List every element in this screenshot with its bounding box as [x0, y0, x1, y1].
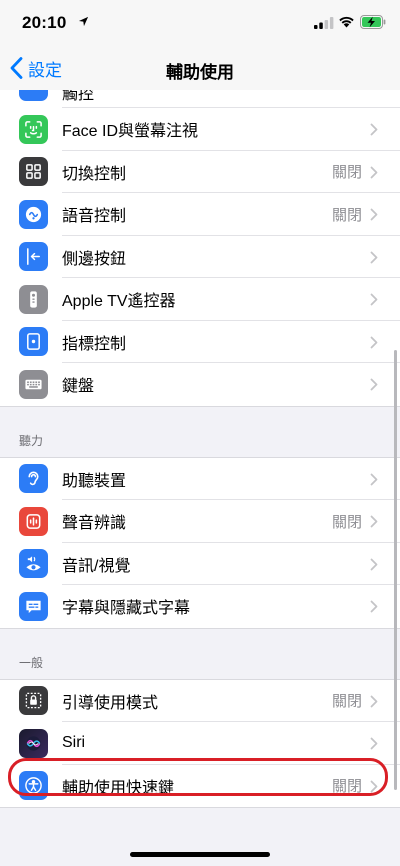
settings-row-accessibility-shortcut[interactable]: 輔助使用快速鍵 關閉	[0, 765, 400, 808]
row-value: 關閉	[331, 164, 362, 182]
hearing-device-icon	[19, 464, 48, 493]
row-label: 觸控	[62, 90, 95, 103]
chevron-right-icon	[370, 780, 378, 792]
row-label: Face ID與螢幕注視	[62, 123, 199, 141]
battery-charging-icon	[360, 15, 386, 29]
cellular-signal-icon	[314, 17, 334, 29]
status-bar: 20:10	[0, 0, 400, 44]
chevron-right-icon	[370, 251, 378, 263]
row-value: 關閉	[331, 206, 362, 224]
row-label: 指標控制	[62, 335, 127, 353]
chevron-right-icon	[370, 473, 378, 485]
settings-row-pointer-control[interactable]: 指標控制	[0, 321, 400, 364]
status-time: 20:10	[22, 13, 67, 32]
row-value: 關閉	[331, 778, 362, 796]
settings-row-face-id[interactable]: Face ID與螢幕注視	[0, 108, 400, 151]
pointer-control-icon	[19, 327, 48, 356]
settings-row-side-button[interactable]: 側邊按鈕	[0, 236, 400, 279]
apple-tv-remote-icon	[19, 284, 48, 314]
row-label: 鍵盤	[62, 378, 95, 396]
home-indicator[interactable]	[130, 852, 270, 857]
settings-row-subtitles[interactable]: 字幕與隱藏式字幕	[0, 585, 400, 628]
chevron-right-icon	[370, 336, 378, 348]
settings-list[interactable]: 觸控 Face ID與螢幕注視 切換控制 關閉 語音控制 關閉 側邊按鈕 App…	[0, 90, 400, 866]
section-header-hearing: 聽力	[0, 407, 400, 457]
chevron-right-icon	[370, 600, 378, 613]
chevron-right-icon	[370, 293, 378, 306]
chevron-right-icon	[370, 378, 378, 391]
chevron-right-icon	[370, 737, 378, 750]
location-arrow-icon	[78, 16, 89, 27]
row-label: 引導使用模式	[62, 694, 159, 712]
sound-recognition-icon	[19, 506, 48, 536]
settings-row-switch-control[interactable]: 切換控制 關閉	[0, 151, 400, 194]
settings-row-touch[interactable]: 觸控	[0, 90, 400, 108]
audio-visual-icon	[19, 549, 48, 578]
general-settings-group: 引導使用模式 關閉 Siri 輔助使用快速鍵 關閉	[0, 678, 400, 808]
row-label: 語音控制	[62, 208, 127, 226]
settings-row-guided-access[interactable]: 引導使用模式 關閉	[0, 680, 400, 723]
settings-row-keyboard[interactable]: 鍵盤	[0, 363, 400, 406]
row-value: 關閉	[331, 693, 362, 711]
settings-row-apple-tv-remote[interactable]: Apple TV遙控器	[0, 278, 400, 321]
row-label: 聲音辨識	[62, 515, 127, 533]
navigation-bar: 設定 輔助使用	[0, 44, 400, 90]
motor-settings-group: 觸控 Face ID與螢幕注視 切換控制 關閉 語音控制 關閉 側邊按鈕 App…	[0, 90, 400, 407]
settings-row-voice-control[interactable]: 語音控制 關閉	[0, 193, 400, 236]
settings-row-hearing-devices[interactable]: 助聽裝置	[0, 458, 400, 501]
row-label: 音訊/視覺	[62, 557, 131, 575]
accessibility-shortcut-icon	[19, 771, 48, 800]
page-title: 輔助使用	[166, 63, 234, 82]
wifi-icon	[339, 16, 354, 28]
row-label: 側邊按鈕	[62, 250, 127, 268]
voice-control-icon	[19, 199, 48, 229]
chevron-right-icon	[370, 123, 378, 136]
row-label: 切換控制	[62, 165, 127, 183]
row-label: 助聽裝置	[62, 472, 127, 490]
settings-row-siri[interactable]: Siri	[0, 722, 400, 765]
keyboard-icon	[19, 369, 48, 399]
scroll-indicator	[394, 350, 397, 790]
row-value: 關閉	[331, 513, 362, 531]
settings-row-sound-recognition[interactable]: 聲音辨識 關閉	[0, 500, 400, 543]
section-header-label: 一般	[19, 655, 44, 670]
chevron-right-icon	[370, 558, 378, 570]
subtitles-icon	[19, 591, 48, 621]
touch-icon	[19, 90, 48, 101]
side-button-icon	[19, 242, 48, 271]
guided-access-icon	[19, 686, 48, 715]
row-label: 字幕與隱藏式字幕	[62, 600, 191, 618]
siri-icon	[19, 728, 48, 758]
section-header-label: 聽力	[19, 433, 44, 448]
hearing-settings-group: 助聽裝置 聲音辨識 關閉 音訊/視覺 字幕與隱藏式字幕	[0, 456, 400, 629]
face-id-icon	[19, 114, 48, 144]
row-label: 輔助使用快速鍵	[62, 779, 175, 797]
settings-row-audio-visual[interactable]: 音訊/視覺	[0, 543, 400, 586]
row-label: Apple TV遙控器	[62, 293, 176, 311]
switch-control-icon	[19, 157, 48, 186]
row-label: Siri	[62, 734, 86, 752]
chevron-right-icon	[370, 208, 378, 221]
chevron-right-icon	[370, 515, 378, 528]
chevron-right-icon	[370, 695, 378, 707]
chevron-right-icon	[370, 166, 378, 178]
section-header-general: 一般	[0, 629, 400, 679]
